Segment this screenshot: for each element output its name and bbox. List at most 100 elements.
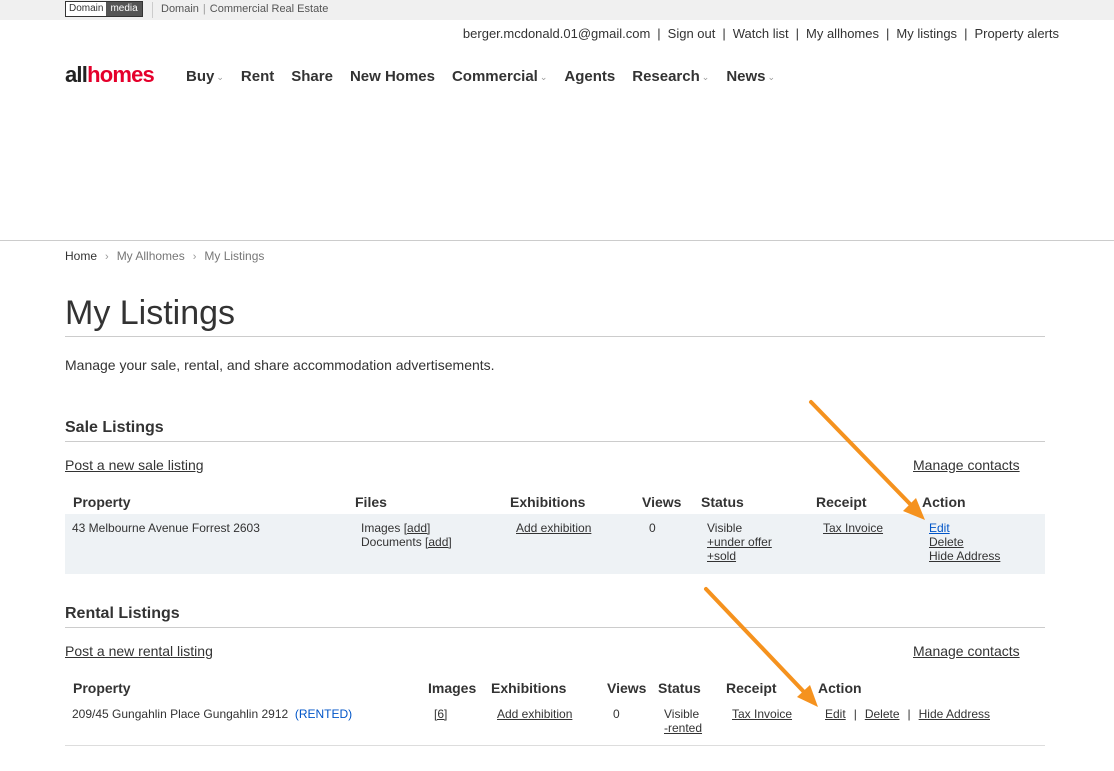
nav-news[interactable]: News ⌄ [726, 68, 775, 86]
domain-link[interactable]: Domain [161, 3, 199, 15]
nav-share[interactable]: Share [291, 68, 333, 86]
header-divider [0, 240, 1114, 241]
nav-buy-label: Buy [186, 68, 215, 85]
rental-edit-link[interactable]: Edit [825, 707, 846, 721]
main-nav: Buy ⌄ Rent Share New Homes Commercial ⌄ Ag… [186, 68, 775, 86]
nav-rent[interactable]: Rent [241, 68, 274, 86]
rental-section-divider [65, 627, 1045, 628]
rental-col-exhibitions: Exhibitions [491, 680, 567, 696]
breadcrumb-my-listings: My Listings [204, 249, 265, 263]
nav-commercial[interactable]: Commercial ⌄ [452, 68, 547, 86]
post-sale-listing-link[interactable]: Post a new sale listing [65, 456, 204, 474]
rented-badge: (RENTED) [294, 707, 353, 721]
rental-col-property: Property [73, 680, 131, 696]
account-email[interactable]: berger.mcdonald.01@gmail.com [463, 26, 650, 41]
strip-separator: | [202, 3, 206, 15]
domain-logo-text: Domain [66, 2, 107, 16]
sale-section-divider [65, 441, 1045, 442]
sale-col-status: Status [701, 494, 744, 510]
sale-row-property: 43 Melbourne Avenue Forrest 2603 [72, 521, 260, 535]
rental-row-views: 0 [613, 707, 620, 721]
rental-property-address: 209/45 Gungahlin Place Gungahlin 2912 [72, 707, 289, 721]
under-offer-link[interactable]: +under offer [707, 535, 772, 549]
add-images-link[interactable]: [add] [404, 521, 431, 535]
sale-row-files: Images [add] Documents [add] [361, 521, 452, 549]
rental-listings-title: Rental Listings [65, 605, 180, 622]
page-intro: Manage your sale, rental, and share acco… [65, 357, 495, 373]
chevron-down-icon: ⌄ [216, 72, 224, 82]
rental-row-property: 209/45 Gungahlin Place Gungahlin 2912 (R… [72, 707, 352, 721]
sale-delete-link[interactable]: Delete [929, 535, 1000, 549]
allhomes-logo[interactable]: allhomes [65, 61, 155, 89]
breadcrumb-my-allhomes[interactable]: My Allhomes [117, 249, 185, 263]
add-documents-link[interactable]: [add] [425, 535, 452, 549]
property-alerts-link[interactable]: Property alerts [974, 26, 1059, 41]
rental-col-action: Action [818, 680, 862, 696]
nav-agents-label: Agents [564, 68, 616, 85]
rental-delete-link[interactable]: Delete [865, 707, 900, 721]
page-title: My Listings [65, 294, 236, 332]
sale-listings-title: Sale Listings [65, 419, 164, 436]
my-allhomes-link[interactable]: My allhomes [806, 26, 879, 41]
rental-status-visible: Visible [664, 707, 700, 721]
sale-add-exhibition-link[interactable]: Add exhibition [516, 521, 591, 535]
chevron-right-icon: › [105, 251, 109, 263]
nav-share-label: Share [291, 68, 333, 85]
rental-col-views: Views [607, 680, 647, 696]
nav-buy[interactable]: Buy ⌄ [186, 68, 224, 86]
sale-col-receipt: Receipt [816, 494, 867, 510]
sale-status-visible: Visible [707, 521, 743, 535]
rental-col-status: Status [658, 680, 701, 696]
sale-row-status: Visible +under offer +sold [707, 521, 772, 563]
sale-col-exhibitions: Exhibitions [510, 494, 586, 510]
nav-rent-label: Rent [240, 68, 275, 85]
chevron-right-icon: › [192, 251, 197, 263]
account-separator: | [657, 26, 661, 41]
nav-new-homes-label: New Homes [349, 68, 435, 85]
rental-add-exhibition-link[interactable]: Add exhibition [497, 707, 572, 721]
media-logo-text: media [106, 2, 142, 16]
logo-part-homes: homes [87, 62, 155, 87]
sale-edit-link[interactable]: Edit [929, 521, 1000, 535]
nav-research[interactable]: Research ⌄ [632, 68, 709, 86]
nav-commercial-label: Commercial [451, 68, 538, 85]
commercial-real-estate-link[interactable]: Commercial Real Estate [210, 3, 329, 15]
my-listings-link[interactable]: My listings [896, 26, 957, 41]
strip-divider [152, 2, 153, 18]
sale-manage-contacts-link[interactable]: Manage contacts [913, 456, 1020, 474]
nav-new-homes[interactable]: New Homes [350, 68, 435, 86]
rental-manage-contacts-link[interactable]: Manage contacts [913, 642, 1020, 660]
sale-col-action: Action [922, 494, 966, 510]
images-label: Images [361, 521, 401, 535]
rental-images-link[interactable]: [6] [434, 707, 447, 721]
domain-media-logo[interactable]: Domain media [65, 1, 143, 17]
sale-hide-address-link[interactable]: Hide Address [929, 549, 1000, 563]
rental-hide-address-link[interactable]: Hide Address [919, 707, 990, 721]
sold-link[interactable]: +sold [707, 549, 772, 563]
sale-tax-invoice-link[interactable]: Tax Invoice [823, 521, 883, 535]
chevron-down-icon: ⌄ [701, 72, 710, 82]
chevron-down-icon: ⌄ [539, 72, 548, 82]
rental-tax-invoice-link[interactable]: Tax Invoice [732, 707, 792, 721]
sale-col-views: Views [642, 494, 682, 510]
sale-col-property: Property [73, 494, 131, 510]
rental-col-images: Images [428, 680, 477, 696]
sale-col-files: Files [355, 494, 387, 510]
sale-row-actions: Edit Delete Hide Address [929, 521, 1000, 563]
action-separator: | [907, 707, 911, 721]
chevron-down-icon: ⌄ [767, 72, 776, 82]
sign-out-link[interactable]: Sign out [668, 26, 716, 41]
account-separator: | [722, 26, 726, 41]
watch-list-link[interactable]: Watch list [733, 26, 789, 41]
account-separator: | [885, 26, 890, 41]
post-rental-listing-link[interactable]: Post a new rental listing [65, 642, 213, 660]
account-separator: | [795, 26, 800, 41]
strip-links: Domain | Commercial Real Estate [161, 2, 328, 16]
breadcrumb-home[interactable]: Home [65, 249, 97, 263]
title-divider [65, 336, 1045, 337]
nav-agents[interactable]: Agents [564, 68, 615, 86]
nav-news-label: News [726, 68, 766, 85]
sale-row-views: 0 [649, 521, 656, 535]
rental-row-actions: Edit | Delete | Hide Address [825, 707, 990, 721]
rented-link[interactable]: -rented [664, 721, 702, 735]
